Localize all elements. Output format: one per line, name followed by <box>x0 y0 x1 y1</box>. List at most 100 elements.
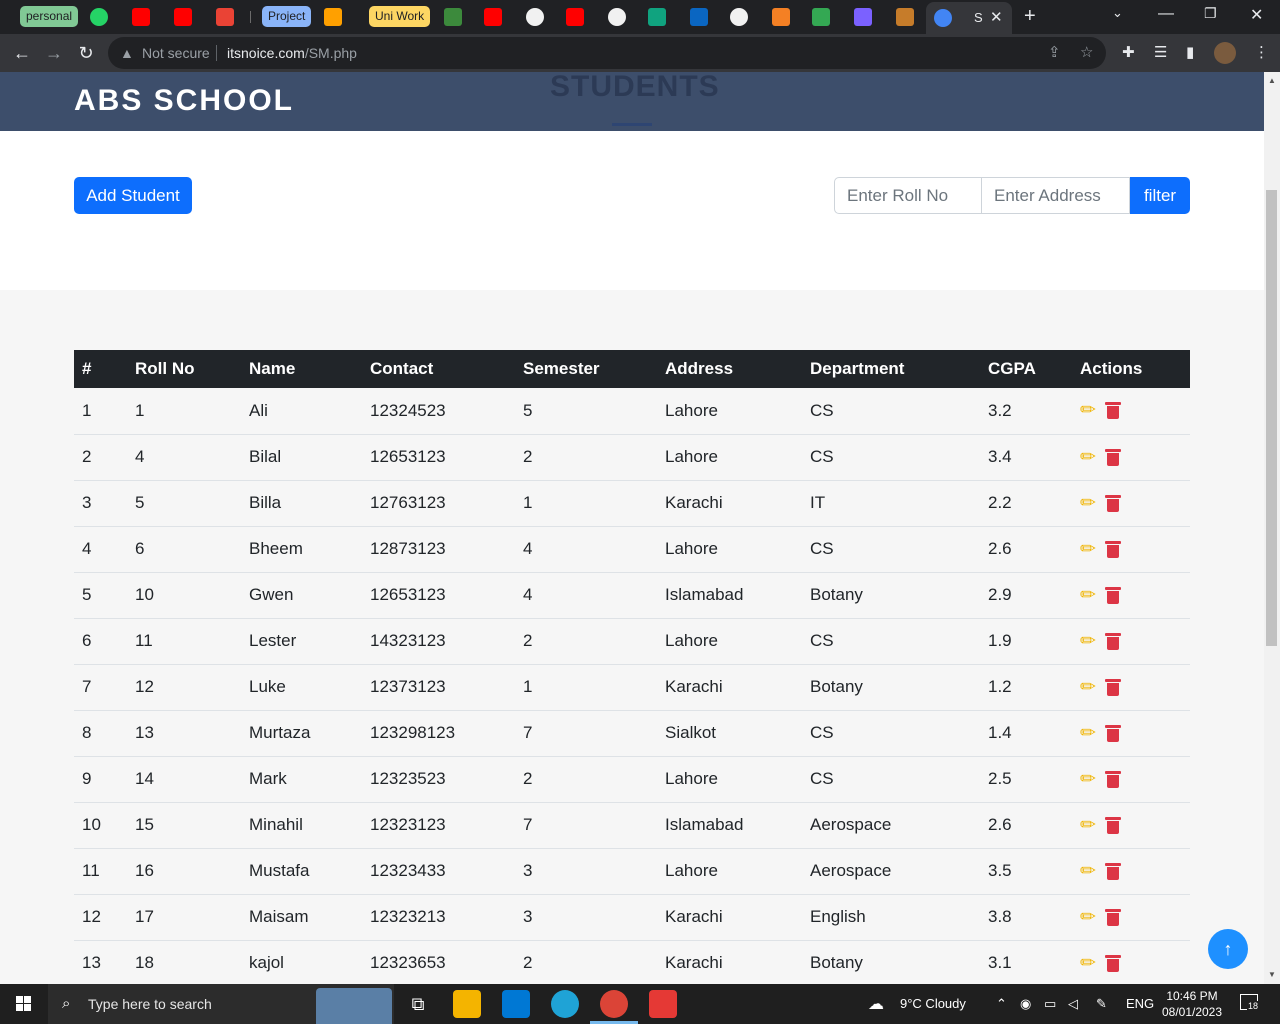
media-control-icon[interactable]: ☰ <box>1154 43 1167 61</box>
trash-icon[interactable] <box>1104 724 1121 742</box>
tab-search-icon[interactable]: ⌄ <box>1112 5 1123 21</box>
app-icon[interactable] <box>896 8 914 26</box>
pencil-icon[interactable]: ✏ <box>1080 584 1096 607</box>
restore-icon[interactable]: ❐ <box>1204 5 1217 22</box>
roll-no-input[interactable]: Enter Roll No <box>834 177 982 214</box>
close-tab-icon[interactable]: ✕ <box>990 8 1003 26</box>
chatgpt-icon[interactable] <box>648 8 666 26</box>
pencil-icon[interactable]: ✏ <box>1080 768 1096 791</box>
table-row: 5 10 Gwen 12653123 4 Islamabad Botany 2.9 ✏ <box>74 572 1190 619</box>
file-explorer-icon[interactable] <box>453 990 481 1018</box>
profile-avatar[interactable] <box>1214 42 1236 64</box>
pencil-icon[interactable]: ✏ <box>1080 906 1096 929</box>
trash-icon[interactable] <box>1104 540 1121 558</box>
notification-icon[interactable]: 18 <box>1240 994 1260 1011</box>
youtube-icon[interactable] <box>484 8 502 26</box>
scrollbar-thumb[interactable] <box>1266 190 1277 646</box>
tab-group-uni-work[interactable]: Uni Work <box>369 6 431 27</box>
weather-text[interactable]: 9°C Cloudy <box>900 996 966 1011</box>
pencil-icon[interactable]: ✏ <box>1080 952 1096 975</box>
volume-icon[interactable]: ◁ <box>1068 996 1078 1012</box>
column-header: Address <box>657 350 802 388</box>
gmail-icon[interactable] <box>216 8 234 26</box>
side-panel-icon[interactable]: ▮ <box>1186 43 1194 61</box>
pencil-icon[interactable]: ✏ <box>1080 814 1096 837</box>
windows-icon[interactable] <box>16 996 32 1012</box>
trash-icon[interactable] <box>1104 494 1121 512</box>
site-brand[interactable]: ABS SCHOOL <box>74 84 294 118</box>
youtube-icon[interactable] <box>132 8 150 26</box>
address-bar[interactable]: ▲ Not secure itsnoice.com/SM.php ⇪ ☆ <box>108 37 1106 69</box>
table-cell: 12653123 <box>362 572 515 619</box>
firebase-icon[interactable] <box>324 8 342 26</box>
trash-icon[interactable] <box>1104 448 1121 466</box>
mail-icon[interactable] <box>502 990 530 1018</box>
trash-icon[interactable] <box>1104 862 1121 880</box>
meet-now-icon[interactable]: ◉ <box>1020 996 1031 1012</box>
security-label[interactable]: Not secure <box>142 45 210 61</box>
scroll-to-top-button[interactable]: ↑ <box>1208 929 1248 969</box>
pencil-icon[interactable]: ✏ <box>1080 722 1096 745</box>
tab-group-personal[interactable]: personal <box>20 6 79 27</box>
address-input[interactable]: Enter Address <box>982 177 1130 214</box>
clock-date: 08/01/2023 <box>1161 1005 1223 1019</box>
taskbar-search[interactable]: ⌕ Type here to search <box>48 984 394 1024</box>
pencil-icon[interactable]: ✏ <box>1080 399 1096 422</box>
trash-icon[interactable] <box>1104 954 1121 972</box>
edge-icon[interactable] <box>551 990 579 1018</box>
trash-icon[interactable] <box>1104 402 1121 420</box>
reload-icon[interactable]: ↻ <box>74 41 98 65</box>
youtube-icon[interactable] <box>174 8 192 26</box>
add-student-button[interactable]: Add Student <box>74 177 192 214</box>
stackoverflow-icon[interactable] <box>772 8 790 26</box>
language-indicator[interactable]: ENG <box>1126 996 1154 1011</box>
warning-icon[interactable]: ▲ <box>120 45 134 61</box>
pen-icon[interactable]: ✎ <box>1096 996 1107 1012</box>
bookmark-star-icon[interactable]: ☆ <box>1080 43 1093 61</box>
back-icon[interactable]: ← <box>10 41 34 65</box>
pencil-icon[interactable]: ✏ <box>1080 492 1096 515</box>
minimize-icon[interactable]: — <box>1158 5 1174 23</box>
show-hidden-icons-icon[interactable]: ⌃ <box>996 996 1007 1012</box>
trash-icon[interactable] <box>1104 908 1121 926</box>
task-view-icon[interactable]: ⧉ <box>404 990 432 1018</box>
menu-kebab-icon[interactable]: ⋮ <box>1254 43 1269 61</box>
close-window-icon[interactable]: ✕ <box>1250 5 1263 25</box>
trash-icon[interactable] <box>1104 770 1121 788</box>
github-icon[interactable] <box>608 8 626 26</box>
network-icon[interactable]: ▭ <box>1044 996 1056 1012</box>
trash-icon[interactable] <box>1104 632 1121 650</box>
pencil-icon[interactable]: ✏ <box>1080 676 1096 699</box>
url-text[interactable]: itsnoice.com/SM.php <box>227 45 357 61</box>
scroll-down-arrow-icon[interactable]: ▼ <box>1268 970 1276 979</box>
scroll-up-arrow-icon[interactable]: ▲ <box>1268 76 1276 85</box>
trash-icon[interactable] <box>1104 816 1121 834</box>
whatsapp-icon[interactable] <box>90 8 108 26</box>
tab-group-project[interactable]: Project <box>262 6 312 27</box>
trash-icon[interactable] <box>1104 678 1121 696</box>
filter-button[interactable]: filter <box>1130 177 1190 214</box>
page-scrollbar[interactable]: ▲ ▼ <box>1264 72 1280 984</box>
github-icon[interactable] <box>526 8 544 26</box>
youtube-icon[interactable] <box>566 8 584 26</box>
row-actions: ✏ <box>1080 722 1121 745</box>
new-tab-button[interactable]: + <box>1024 5 1036 28</box>
github-icon[interactable] <box>730 8 748 26</box>
linkedin-icon[interactable] <box>690 8 708 26</box>
system-clock[interactable]: 10:46 PM 08/01/2023 <box>1160 988 1224 1020</box>
wps-office-icon[interactable] <box>649 990 677 1018</box>
pencil-icon[interactable]: ✏ <box>1080 446 1096 469</box>
app-icon[interactable] <box>854 8 872 26</box>
extensions-icon[interactable]: ✚ <box>1122 43 1135 61</box>
app-icon[interactable] <box>444 8 462 26</box>
trash-icon[interactable] <box>1104 586 1121 604</box>
pencil-icon[interactable]: ✏ <box>1080 538 1096 561</box>
share-icon[interactable]: ⇪ <box>1048 43 1061 61</box>
pencil-icon[interactable]: ✏ <box>1080 630 1096 653</box>
pencil-icon[interactable]: ✏ <box>1080 860 1096 883</box>
active-tab[interactable]: S ✕ <box>926 2 1012 34</box>
google-drive-icon[interactable] <box>812 8 830 26</box>
cloud-icon[interactable]: ☁ <box>868 994 884 1014</box>
chrome-icon[interactable] <box>600 990 628 1018</box>
forward-icon[interactable]: → <box>42 41 66 65</box>
